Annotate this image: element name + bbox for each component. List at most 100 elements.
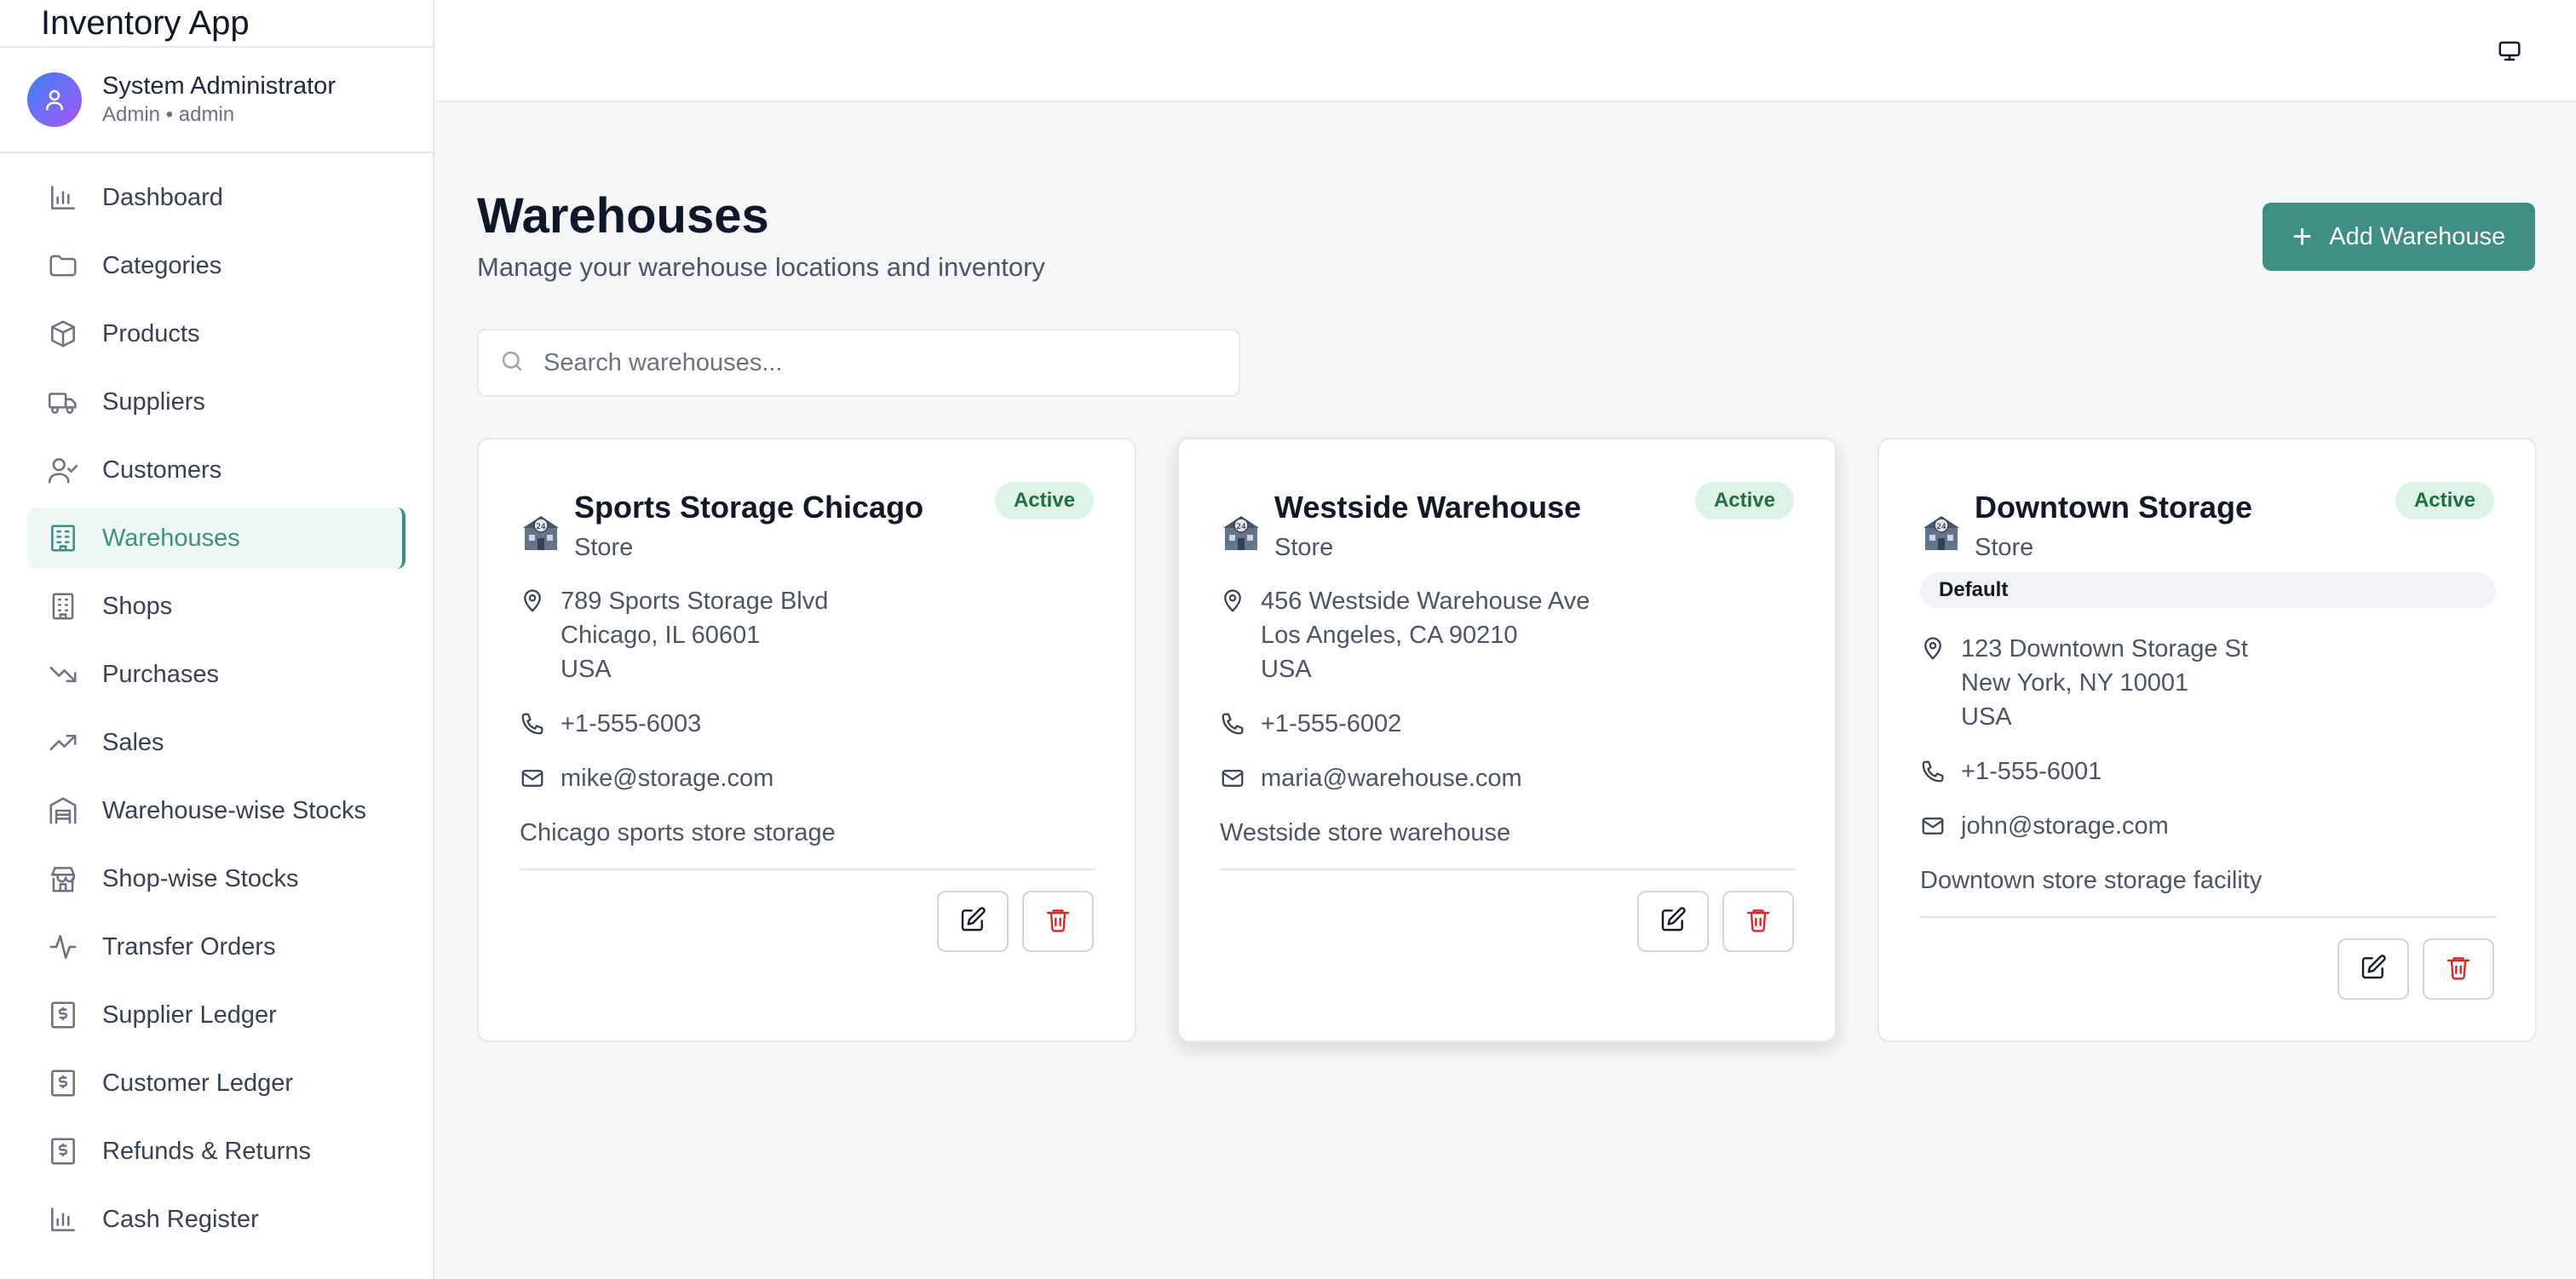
bar-chart-icon (46, 1202, 80, 1236)
trash-icon (2445, 954, 2472, 985)
sidebar-item-label: Supplier Ledger (102, 1001, 277, 1029)
sidebar-item-label: Sales (102, 728, 164, 756)
default-tag: Default (1920, 572, 2496, 608)
warehouse-card: 24 Westside Warehouse Store Active 456 Wests… (1177, 438, 1837, 1042)
address-row: 456 Westside Warehouse Ave Los Angeles, C… (1220, 584, 1590, 686)
map-pin-icon (1220, 584, 1249, 618)
delete-button[interactable] (1022, 891, 1094, 952)
sidebar-item-label: Warehouses (102, 524, 240, 552)
page-subtitle: Manage your warehouse locations and inve… (477, 252, 1045, 282)
add-warehouse-button[interactable]: + Add Warehouse (2263, 203, 2535, 271)
sidebar-item-purchases[interactable]: Purchases (27, 644, 405, 705)
dollar-receipt-icon (46, 1134, 80, 1168)
warehouse-description: Downtown store storage facility (1920, 867, 2263, 894)
sidebar-item-suppliers[interactable]: Suppliers (27, 371, 405, 433)
status-badge: Active (2395, 482, 2494, 519)
sidebar-item-shops[interactable]: Shops (27, 576, 405, 637)
card-divider (1920, 916, 2496, 918)
warehouse-name: Downtown Storage (1975, 490, 2252, 525)
sidebar-item-label: Warehouse-wise Stocks (102, 796, 366, 824)
edit-button[interactable] (1637, 891, 1709, 952)
warehouse-icon (46, 794, 80, 828)
sidebar-item-warehouses[interactable]: Warehouses (27, 508, 405, 569)
sidebar-item-label: Transfer Orders (102, 932, 276, 961)
trash-icon (1745, 906, 1772, 938)
sidebar-item-label: Shop-wise Stocks (102, 864, 299, 892)
delete-button[interactable] (2423, 938, 2494, 1000)
warehouse-emoji-icon: 24 (520, 511, 562, 553)
phone-number: +1-555-6001 (1961, 758, 2102, 785)
sidebar-item-products[interactable]: Products (27, 303, 405, 364)
sidebar-item-label: Customer Ledger (102, 1069, 294, 1097)
search-box (477, 329, 1240, 397)
phone-row: +1-555-6002 (1220, 707, 1401, 741)
sidebar-item-label: Products (102, 319, 200, 347)
address-row: 789 Sports Storage Blvd Chicago, IL 60601… (520, 584, 828, 686)
phone-number: +1-555-6003 (561, 710, 702, 737)
trash-icon (1044, 906, 1072, 938)
warehouse-name: Sports Storage Chicago (574, 490, 924, 525)
sidebar-item-cash-register[interactable]: Cash Register (27, 1189, 405, 1250)
mail-icon (1220, 761, 1249, 795)
address-line: USA (1961, 703, 2012, 731)
address-row: 123 Downtown Storage St New York, NY 1000… (1920, 632, 2248, 734)
sidebar-item-label: Dashboard (102, 183, 223, 211)
add-warehouse-label: Add Warehouse (2329, 222, 2506, 250)
address-line: USA (561, 656, 612, 683)
map-pin-icon (520, 584, 549, 618)
sidebar-item-dashboard[interactable]: Dashboard (27, 167, 405, 228)
sidebar-item-sales[interactable]: Sales (27, 712, 405, 773)
sidebar-item-refunds-returns[interactable]: Refunds & Returns (27, 1121, 405, 1182)
user-profile: System Administrator Admin • admin (0, 48, 433, 153)
dollar-receipt-icon (46, 1066, 80, 1100)
user-name: System Administrator (102, 72, 336, 100)
address-line: 456 Westside Warehouse Ave (1261, 588, 1590, 615)
edit-button[interactable] (2337, 938, 2409, 1000)
card-header: 24 Sports Storage Chicago Store (520, 485, 923, 565)
edit-button[interactable] (937, 891, 1009, 952)
trending-down-icon (46, 657, 80, 691)
plus-icon: + (2291, 218, 2313, 255)
user-avatar-icon (27, 72, 82, 127)
mail-icon (1920, 809, 1949, 843)
phone-row: +1-555-6001 (1920, 754, 2102, 789)
address-line: 789 Sports Storage Blvd (561, 588, 829, 615)
sidebar-item-shop-wise-stocks[interactable]: Shop-wise Stocks (27, 848, 405, 909)
email-row: john@storage.com (1920, 809, 2169, 843)
sidebar-item-label: Shops (102, 592, 173, 620)
sidebar-item-label: Customers (102, 456, 222, 484)
status-badge: Active (994, 482, 1094, 519)
warehouse-card: 24 Downtown Storage Store Active Default 123 … (1877, 438, 2537, 1042)
phone-row: +1-555-6003 (520, 707, 701, 741)
monitor-icon[interactable] (2491, 32, 2528, 70)
sidebar-item-warehouse-wise-stocks[interactable]: Warehouse-wise Stocks (27, 780, 405, 841)
sidebar-item-transfer-orders[interactable]: Transfer Orders (27, 916, 405, 978)
phone-icon (1220, 707, 1249, 741)
warehouse-card: 24 Sports Storage Chicago Store Active 789 S… (477, 438, 1136, 1042)
card-divider (520, 869, 1095, 870)
sidebar-item-customer-ledger[interactable]: Customer Ledger (27, 1052, 405, 1114)
card-header: 24 Downtown Storage Store (1920, 485, 2252, 565)
status-badge: Active (1694, 482, 1794, 519)
warehouse-name: Westside Warehouse (1274, 490, 1582, 525)
svg-text:24: 24 (536, 523, 546, 531)
sidebar-item-label: Purchases (102, 660, 220, 688)
email-address: mike@storage.com (561, 765, 774, 792)
sidebar-item-supplier-ledger[interactable]: Supplier Ledger (27, 984, 405, 1046)
sidebar-item-categories[interactable]: Categories (27, 235, 405, 296)
email-row: maria@warehouse.com (1220, 761, 1522, 795)
sidebar-nav: Dashboard Categories Products Suppliers Cust… (0, 153, 433, 1250)
store-icon (46, 862, 80, 896)
warehouse-emoji-icon: 24 (1220, 511, 1262, 553)
search-icon (499, 348, 525, 378)
email-row: mike@storage.com (520, 761, 773, 795)
warehouse-type: Store (1975, 534, 2034, 561)
address-line: New York, NY 10001 (1961, 669, 2189, 697)
warehouse-building-icon (46, 521, 80, 555)
delete-button[interactable] (1722, 891, 1794, 952)
card-header: 24 Westside Warehouse Store (1220, 485, 1581, 565)
address-line: Chicago, IL 60601 (561, 622, 761, 649)
address-line: Los Angeles, CA 90210 (1261, 622, 1518, 649)
sidebar-item-customers[interactable]: Customers (27, 439, 405, 501)
search-input[interactable] (543, 348, 1208, 377)
